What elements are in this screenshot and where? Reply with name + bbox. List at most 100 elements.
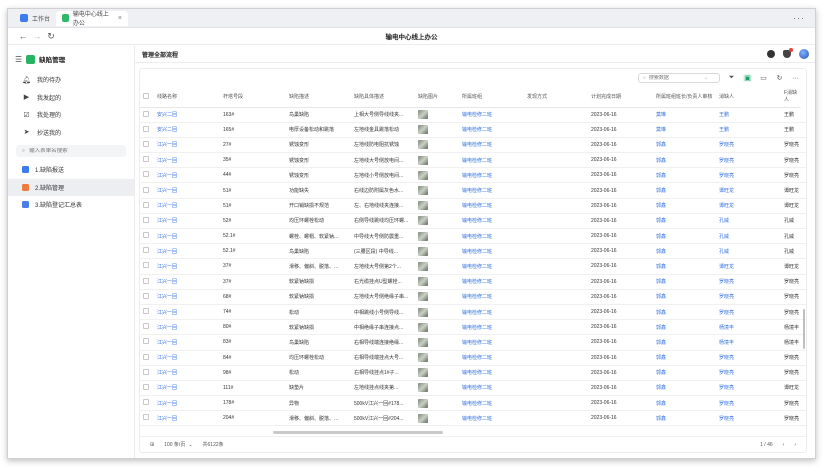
defect-photo-thumbnail[interactable] [418,155,428,165]
reviewer-cell[interactable]: 郭鑫 [653,350,716,366]
defect-image-cell[interactable] [415,289,459,305]
column-header[interactable]: 发现方式 [524,87,588,108]
team-cell[interactable]: 输电检修二班 [459,228,524,245]
more-icon[interactable]: ··· [791,75,800,82]
reviewer-cell[interactable]: 郭鑫 [653,152,716,169]
chevron-down-icon[interactable]: ⌄ [704,75,708,81]
team-cell[interactable]: 输电检修二班 [459,167,524,184]
row-select-cell[interactable] [140,198,154,214]
line-name-cell[interactable]: 江兴一回 [154,365,220,381]
compass-icon[interactable] [767,50,775,58]
team-cell[interactable]: 输电检修二班 [459,350,524,366]
defect-image-cell[interactable] [415,319,459,336]
table-row[interactable]: 江兴一回 68# 软紧钠缺损 左地线大号侧绝缘子串... 输电检修二班 2023-06-1… [140,289,806,305]
handler-cell[interactable]: 罗晓亮 [716,152,781,169]
table-row[interactable]: 江兴一回 35# 锈蚀变形 左地线大号侧放电间... 输电检修二班 2023-06-16 郭… [140,152,806,169]
line-name-cell[interactable]: 安兴二回 [154,122,220,138]
handler-cell[interactable]: 孔威 [716,243,781,260]
row-checkbox[interactable] [143,399,149,406]
handler-cell[interactable]: 杨境丰 [716,334,781,351]
defect-image-cell[interactable] [415,107,459,123]
table-row[interactable]: 江兴一回 74# 松动 中相跳线小号侧导线... 输电检修二班 2023-06-16 郭鑫罗… [140,304,806,321]
row-select-cell[interactable] [140,395,154,412]
row-select-cell[interactable] [140,182,154,199]
line-name-cell[interactable]: 江兴一回 [154,410,220,427]
reviewer-cell[interactable]: 郭鑫 [653,137,716,154]
row-checkbox[interactable] [143,338,149,345]
reviewer-cell[interactable]: 郭鑫 [653,258,716,275]
row-select-cell[interactable] [140,137,154,154]
line-name-cell[interactable]: 江兴一回 [154,274,220,290]
table-row[interactable]: 江兴一回 52.1# 鸟巢缺陷 (三腰区段) 中导线... 输电检修二班 2023-06-… [140,243,806,260]
table-row[interactable]: 江兴一回 80# 软紧钠缺损 中相绝缘子串连接点... 输电检修二班 2023-06-16… [140,319,806,336]
defect-photo-thumbnail[interactable] [418,140,428,150]
defect-photo-thumbnail[interactable] [418,413,428,423]
row-select-cell[interactable] [140,274,154,290]
defect-photo-thumbnail[interactable] [418,398,428,408]
handler-cell[interactable]: 杨境丰 [716,319,781,336]
team-cell[interactable]: 输电检修二班 [459,304,524,321]
handler-cell[interactable]: 谭旺龙 [716,182,781,199]
line-name-cell[interactable]: 江兴一回 [154,350,220,366]
defect-image-cell[interactable] [415,213,459,230]
sidebar-item-handled[interactable]: ☑ 我处理的 [8,106,134,124]
row-checkbox[interactable] [143,292,149,299]
back-icon[interactable]: ← [16,31,30,41]
line-name-cell[interactable]: 江兴一回 [154,182,220,199]
team-cell[interactable]: 输电检修二班 [459,137,524,154]
team-cell[interactable]: 输电检修二班 [459,107,524,123]
close-icon[interactable]: × [118,15,122,22]
reviewer-cell[interactable]: 郭鑫 [653,334,716,351]
row-checkbox[interactable] [143,368,149,375]
reviewer-cell[interactable]: 莫琳 [653,107,716,123]
defect-photo-thumbnail[interactable] [418,201,428,211]
reviewer-cell[interactable]: 郭鑫 [653,182,716,199]
row-checkbox[interactable] [143,140,149,147]
table-row[interactable]: 江兴一回 52.1# 螺栓、螺帽、软紧钠... 中导线大号侧防震重... 输电检修二班 2… [140,228,806,245]
line-name-cell[interactable]: 江兴一回 [154,334,220,351]
form-search-input[interactable] [29,148,120,154]
table-row[interactable]: 江兴一回 51# 功能缺失 右线边防附属灰色水... 输电检修二班 2023-06-16 郭… [140,182,806,199]
line-name-cell[interactable]: 江兴一回 [154,304,220,321]
line-name-cell[interactable]: 安兴二回 [154,107,220,123]
row-checkbox[interactable] [143,110,149,117]
team-cell[interactable]: 输电检修二班 [459,122,524,138]
column-header[interactable]: 杆塔号段 [220,87,286,108]
sidebar-item-form-manage[interactable]: 2.缺陷管理 [8,178,134,196]
team-cell[interactable]: 输电检修二班 [459,319,524,336]
refresh-icon[interactable]: ↻ [44,31,58,42]
defect-photo-thumbnail[interactable] [418,170,428,180]
filter-icon[interactable]: ⏷ [727,74,736,82]
row-checkbox[interactable] [143,216,149,223]
vertical-scrollbar[interactable] [803,309,805,349]
defect-image-cell[interactable] [415,228,459,245]
defect-photo-thumbnail[interactable] [418,216,428,226]
table-row[interactable]: 江兴一回 84# 均压环螺栓松动 右相导线端挂点大号... 输电检修二班 2023-06-… [140,350,806,366]
reviewer-cell[interactable]: 郭鑫 [653,274,716,290]
reviewer-cell[interactable]: 郭鑫 [653,319,716,336]
reviewer-cell[interactable]: 莫琳 [653,122,716,138]
defect-photo-thumbnail[interactable] [418,292,428,302]
team-cell[interactable]: 输电检修二班 [459,334,524,351]
defect-photo-thumbnail[interactable] [418,277,428,287]
defect-image-cell[interactable] [415,182,459,199]
browser-tab-workbench[interactable]: 工作台 [14,11,56,26]
defect-image-cell[interactable] [415,350,459,366]
table-row[interactable]: 江兴一回 178# 异物 500kV江兴一回#178... 输电检修二班 2023-06-… [140,395,806,412]
column-header[interactable]: 计划完成日期 [588,87,653,108]
column-header[interactable]: F消缺人 [781,87,801,108]
defect-photo-thumbnail[interactable] [418,383,428,393]
handler-cell[interactable]: 王鹏 [716,122,781,138]
row-checkbox[interactable] [143,201,149,208]
select-all-checkbox[interactable] [143,92,149,99]
handler-cell[interactable]: 罗晓亮 [716,167,781,184]
table-row[interactable]: 江兴一回 51# 开口销缺损不规范 左、右地线线夹连接... 输电检修二班 2023-06… [140,198,806,214]
defect-image-cell[interactable] [415,152,459,169]
reviewer-cell[interactable]: 郭鑫 [653,289,716,305]
row-select-cell[interactable] [140,334,154,351]
defect-image-cell[interactable] [415,274,459,290]
sidebar-item-initiated[interactable]: ▶ 我发起的 [8,89,134,107]
reviewer-cell[interactable]: 郭鑫 [653,213,716,230]
defect-photo-thumbnail[interactable] [418,186,428,196]
defect-image-cell[interactable] [415,395,459,412]
